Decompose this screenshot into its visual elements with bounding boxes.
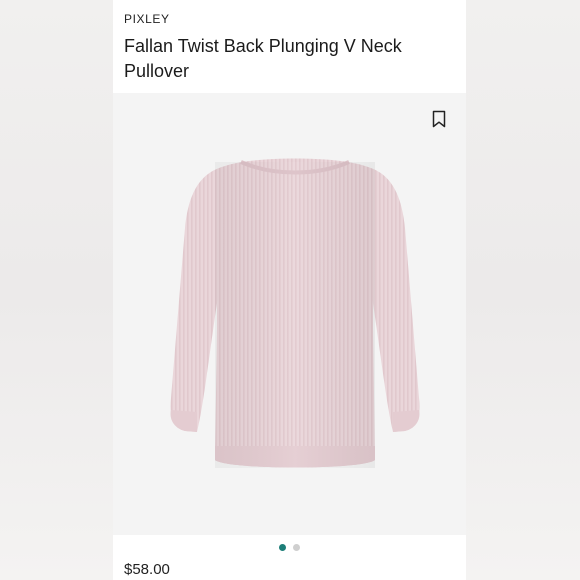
blurred-backdrop-right <box>466 0 580 580</box>
product-image-carousel[interactable] <box>113 93 466 535</box>
blurred-backdrop-left <box>0 0 113 580</box>
product-card: PIXLEY Fallan Twist Back Plunging V Neck… <box>113 0 466 580</box>
carousel-pagination <box>113 540 466 554</box>
product-title: Fallan Twist Back Plunging V Neck Pullov… <box>124 36 402 81</box>
bookmark-icon[interactable] <box>432 110 446 128</box>
carousel-dot-1[interactable] <box>279 543 286 551</box>
product-price: $58.00 <box>124 561 170 578</box>
carousel-dot-2[interactable] <box>293 543 300 551</box>
product-image-sweater <box>170 158 420 468</box>
brand-name[interactable]: PIXLEY <box>124 12 170 26</box>
product-header: PIXLEY Fallan Twist Back Plunging V Neck… <box>113 0 466 93</box>
